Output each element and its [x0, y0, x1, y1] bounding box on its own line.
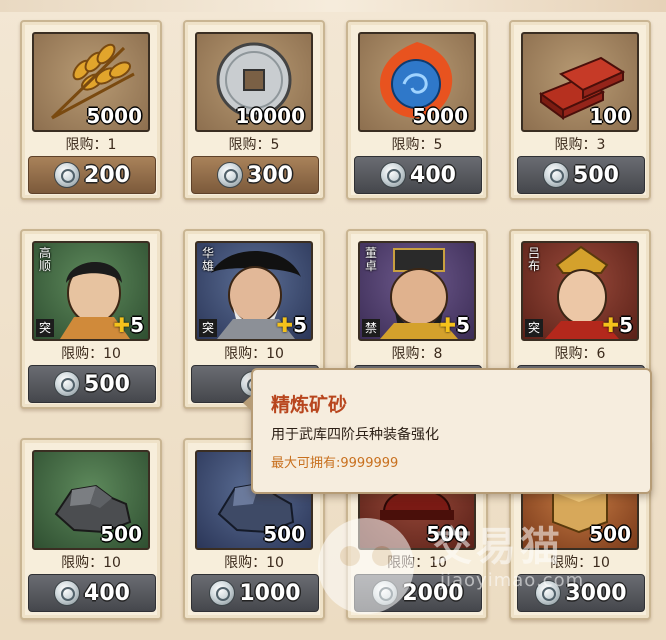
buy-button[interactable]: 400 — [28, 574, 156, 612]
hero-name: 吕布 — [528, 246, 541, 273]
shop-item-card[interactable]: 10000 限购：5 300 — [183, 20, 325, 200]
currency-coin-icon — [54, 580, 81, 606]
currency-coin-icon — [54, 371, 81, 397]
shop-item-card[interactable]: 5000 限购：5 400 — [346, 20, 488, 200]
buy-button[interactable]: 200 — [28, 156, 156, 194]
item-quantity: 5000 — [86, 104, 142, 128]
price-label: 400 — [84, 580, 130, 606]
buy-button[interactable]: 2000 — [354, 574, 482, 612]
hero-type-badge: 突 — [199, 319, 217, 337]
star-icon: ✚ — [439, 313, 457, 337]
item-tooltip: 精炼矿砂 用于武库四阶兵种装备强化 最大可拥有:9999999 — [243, 368, 652, 494]
purchase-limit: 限购：8 — [391, 346, 443, 362]
star-count: 5 — [619, 313, 633, 337]
star-level: ✚ 5 — [439, 313, 470, 337]
hero-portrait-icon: 吕布 突 ✚ 5 — [521, 241, 639, 341]
star-count: 5 — [130, 313, 144, 337]
item-quantity: 5000 — [412, 104, 468, 128]
star-level: ✚ 5 — [113, 313, 144, 337]
fire-orb-icon: 5000 — [358, 32, 476, 132]
hero-name: 董卓 — [365, 246, 378, 273]
purchase-limit: 限购：6 — [554, 346, 606, 362]
price-label: 3000 — [565, 580, 627, 606]
shop-item-card[interactable]: 100 限购：3 500 — [509, 20, 651, 200]
hero-name: 华雄 — [202, 246, 215, 273]
hero-portrait-icon: 华雄 突 ✚ 5 — [195, 241, 313, 341]
item-quantity: 500 — [100, 522, 142, 546]
buy-button[interactable]: 3000 — [517, 574, 645, 612]
item-quantity: 100 — [589, 104, 631, 128]
price-label: 200 — [84, 162, 130, 188]
hero-type-badge: 突 — [36, 319, 54, 337]
star-level: ✚ 5 — [602, 313, 633, 337]
currency-coin-icon — [54, 162, 81, 188]
star-count: 5 — [293, 313, 307, 337]
star-level: ✚ 5 — [276, 313, 307, 337]
hero-type-badge: 禁 — [362, 319, 380, 337]
tooltip-max-owned: 最大可拥有:9999999 — [271, 456, 399, 471]
wheat-icon: 5000 — [32, 32, 150, 132]
purchase-limit: 限购：5 — [228, 137, 280, 153]
buy-button[interactable]: 500 — [28, 365, 156, 403]
top-banner-strip — [0, 0, 666, 12]
star-icon: ✚ — [276, 313, 294, 337]
tooltip-description: 用于武库四阶兵种装备强化 — [271, 427, 439, 443]
star-icon: ✚ — [602, 313, 620, 337]
currency-coin-icon — [543, 162, 570, 188]
price-label: 2000 — [402, 580, 464, 606]
currency-coin-icon — [217, 162, 244, 188]
hero-portrait-icon: 高顺 突 ✚ 5 — [32, 241, 150, 341]
buy-button[interactable]: 400 — [354, 156, 482, 194]
silver-coin-icon: 10000 — [195, 32, 313, 132]
price-label: 300 — [247, 162, 293, 188]
purchase-limit: 限购：5 — [391, 137, 443, 153]
purchase-limit: 限购：3 — [554, 137, 606, 153]
purchase-limit: 限购：10 — [61, 555, 121, 571]
currency-coin-icon — [535, 580, 562, 606]
shop-item-card[interactable]: 500 限购：10 400 — [20, 438, 162, 620]
hero-name: 高顺 — [39, 246, 52, 273]
price-label: 500 — [84, 371, 130, 397]
price-label: 1000 — [239, 580, 301, 606]
shop-item-card[interactable]: 5000 限购：1 200 — [20, 20, 162, 200]
purchase-limit: 限购：10 — [387, 555, 447, 571]
purchase-limit: 限购：10 — [224, 555, 284, 571]
item-quantity: 500 — [589, 522, 631, 546]
price-label: 500 — [573, 162, 619, 188]
item-quantity: 500 — [263, 522, 305, 546]
purchase-limit: 限购：10 — [224, 346, 284, 362]
purchase-limit: 限购：10 — [61, 346, 121, 362]
ore-icon: 500 — [32, 450, 150, 550]
hero-portrait-icon: 董卓 禁 ✚ 5 — [358, 241, 476, 341]
hero-type-badge: 突 — [525, 319, 543, 337]
purchase-limit: 限购：10 — [550, 555, 610, 571]
buy-button[interactable]: 500 — [517, 156, 645, 194]
red-bricks-icon: 100 — [521, 32, 639, 132]
item-quantity: 500 — [426, 522, 468, 546]
item-quantity: 10000 — [235, 104, 305, 128]
price-label: 400 — [410, 162, 456, 188]
shop-item-card[interactable]: 高顺 突 ✚ 5 限购：10 500 — [20, 229, 162, 409]
currency-coin-icon — [372, 580, 399, 606]
buy-button[interactable]: 300 — [191, 156, 319, 194]
currency-coin-icon — [380, 162, 407, 188]
buy-button[interactable]: 1000 — [191, 574, 319, 612]
star-icon: ✚ — [113, 313, 131, 337]
currency-coin-icon — [209, 580, 236, 606]
purchase-limit: 限购：1 — [65, 137, 117, 153]
tooltip-title: 精炼矿砂 — [271, 394, 348, 416]
star-count: 5 — [456, 313, 470, 337]
